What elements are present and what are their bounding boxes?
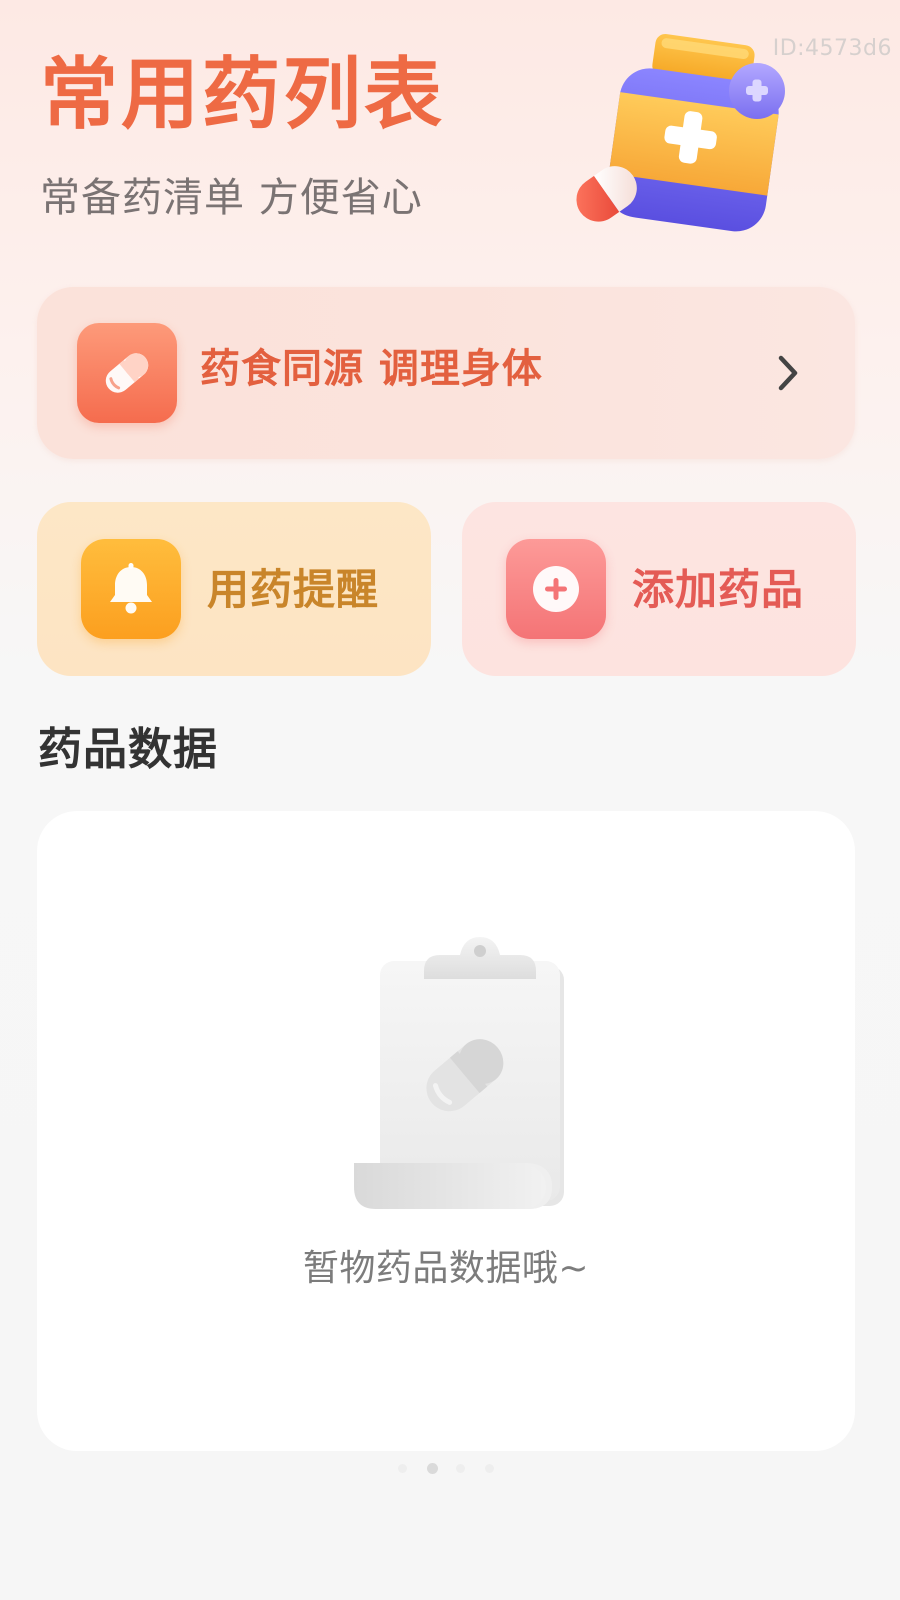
plus-circle-icon bbox=[506, 539, 606, 639]
pager-dot bbox=[456, 1464, 465, 1473]
section-title: 药品数据 bbox=[38, 724, 218, 775]
pager-dot bbox=[398, 1464, 407, 1473]
page-title: 常用药列表 bbox=[40, 50, 446, 140]
add-medicine-button[interactable]: 添加药品 bbox=[462, 502, 856, 676]
pill-icon bbox=[77, 323, 177, 423]
medication-reminder-label: 用药提醒 bbox=[207, 565, 380, 614]
bell-icon bbox=[81, 539, 181, 639]
add-medicine-label: 添加药品 bbox=[632, 565, 805, 614]
pager-dot-active bbox=[427, 1463, 438, 1474]
empty-state-text: 暂物药品数据哦~ bbox=[302, 1248, 590, 1289]
page-subtitle: 常备药清单 方便省心 bbox=[40, 175, 423, 221]
medicine-bottle-icon bbox=[576, 33, 785, 232]
medication-reminder-button[interactable]: 用药提醒 bbox=[37, 502, 431, 676]
chevron-right-icon bbox=[778, 355, 798, 391]
pager-dot bbox=[485, 1464, 494, 1473]
clipboard-pill-icon bbox=[354, 937, 564, 1209]
food-medicine-banner[interactable]: 药食同源 调理身体 bbox=[37, 287, 855, 459]
page-indicator bbox=[398, 1461, 508, 1475]
banner-label: 药食同源 调理身体 bbox=[200, 346, 543, 392]
medicine-data-panel: 暂物药品数据哦~ bbox=[37, 811, 855, 1451]
